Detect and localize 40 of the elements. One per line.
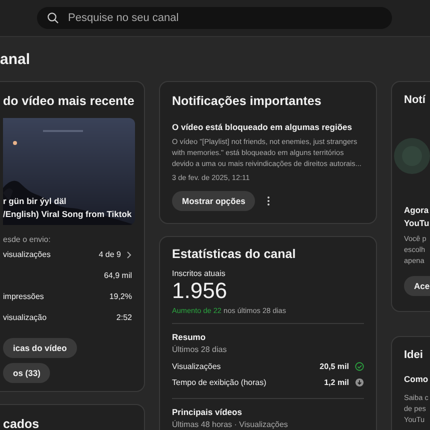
- more-icon[interactable]: [267, 196, 270, 206]
- video-title: r gün bir ýyl däl: [3, 196, 68, 206]
- card-title: Estatísticas do canal: [172, 247, 297, 261]
- subscribers-label: Inscritos atuais: [172, 269, 226, 278]
- metric-value: 4 de 9: [98, 250, 121, 259]
- show-options-button[interactable]: Mostrar opções: [172, 191, 256, 211]
- chevron-right-icon[interactable]: [126, 250, 132, 258]
- metric-label: visualizações: [3, 250, 51, 259]
- metric-value: 64,9 mil: [104, 271, 132, 280]
- section-title: Resumo: [172, 332, 207, 342]
- stat-label: Visualizações: [172, 362, 221, 370]
- search-field[interactable]: Pesquise no seu canal: [37, 7, 392, 29]
- section-title: Principais vídeos: [172, 407, 243, 417]
- metric-label: impressões: [3, 292, 44, 301]
- period-label: Últimos 28 dias: [172, 345, 228, 354]
- stat-value: 1,2 mil: [324, 378, 349, 386]
- card-title: do vídeo mais recente: [3, 94, 136, 108]
- since-label: esde o envio:: [3, 235, 52, 244]
- period-label: Últimas 48 horas · Visualizações: [172, 420, 289, 429]
- check-icon: [355, 362, 364, 370]
- stat-value: 20,5 mil: [320, 362, 349, 370]
- subscriber-count: 1.956: [172, 279, 228, 303]
- access-button[interactable]: Ace: [404, 276, 430, 296]
- card-title: Idei: [404, 349, 424, 361]
- card-title: cados: [3, 417, 40, 430]
- news-headline: YouTu: [404, 217, 430, 230]
- pill-button[interactable]: icas do vídeo: [3, 338, 77, 358]
- pill-button[interactable]: os (33): [3, 363, 50, 383]
- card-title: Notí: [404, 94, 427, 106]
- notification-headline: O vídeo está bloqueado em algumas regiões: [172, 122, 353, 132]
- metric-label: visualização: [3, 313, 47, 322]
- stat-label: Tempo de exibição (horas): [172, 378, 266, 386]
- metric-value: 19,2%: [109, 292, 132, 301]
- search-icon: [47, 12, 59, 24]
- metric-value: 2:52: [116, 313, 132, 322]
- idea-headline: Como: [404, 373, 430, 386]
- news-headline: Agora: [404, 204, 430, 217]
- video-title: /English) Viral Song from Tiktok: [3, 209, 132, 219]
- card-title: Notificações importantes: [172, 94, 322, 108]
- page-title: anal: [0, 51, 32, 69]
